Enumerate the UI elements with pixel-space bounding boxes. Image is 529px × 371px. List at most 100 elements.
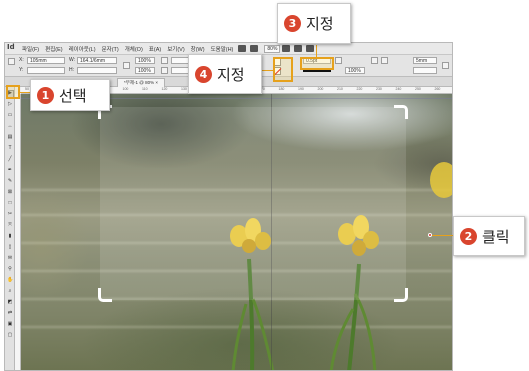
ruler-tick-label: 250 bbox=[415, 87, 421, 91]
free-transform-tool-icon[interactable]: ⤧ bbox=[7, 223, 13, 228]
zoom-level-select[interactable]: 80% bbox=[264, 44, 281, 53]
menu-edit[interactable]: 편집(E) bbox=[42, 45, 65, 53]
note-tool-icon[interactable]: ✉ bbox=[7, 256, 13, 261]
ruler-tick-label: 120 bbox=[161, 87, 168, 91]
pencil-tool-icon[interactable]: ✎ bbox=[7, 179, 13, 184]
panel-menu-icon[interactable] bbox=[442, 62, 449, 69]
stroke-weight-highlight-box bbox=[300, 57, 334, 70]
rotate-angle-field[interactable] bbox=[171, 57, 189, 64]
step-badge: 4 bbox=[195, 65, 212, 83]
callout-label: 선택 bbox=[59, 86, 87, 105]
callout-4: 4 지정 bbox=[188, 54, 262, 94]
ruler-tick-label: 210 bbox=[337, 87, 343, 91]
screen-mode-icon[interactable] bbox=[294, 45, 303, 52]
hand-tool-icon[interactable]: ✋ bbox=[7, 278, 13, 283]
menu-window[interactable]: 창(W) bbox=[188, 45, 208, 53]
ruler-tick-label: 130 bbox=[181, 87, 187, 91]
callout-connector bbox=[20, 92, 30, 93]
ruler-tick-label: 240 bbox=[395, 87, 402, 91]
app-logo: Id bbox=[7, 43, 15, 51]
frame-corner-handle[interactable] bbox=[394, 288, 408, 302]
constrain-proportions-icon[interactable] bbox=[123, 62, 130, 69]
y-field[interactable] bbox=[27, 67, 65, 74]
ruler-tick-label: 220 bbox=[356, 87, 363, 91]
menu-type[interactable]: 문자(T) bbox=[99, 45, 122, 53]
tools-panel: ▶ ▷ ▭ ↔ ▤ T ╱ ✒ ✎ ⊠ □ ✂ ⤧ ▮ ▯ ✉ ⚲ ✋ ⌕ ◩ ⇄ ▣ ▢ bbox=[5, 87, 15, 370]
rectangle-tool-icon[interactable]: □ bbox=[7, 201, 13, 206]
x-label: X: bbox=[19, 57, 24, 63]
bridge-icon[interactable] bbox=[238, 45, 247, 52]
zoom-tool-icon[interactable]: ⌕ bbox=[7, 289, 13, 294]
view-options-icon[interactable] bbox=[282, 45, 291, 52]
callout-1: 1 선택 bbox=[30, 79, 110, 111]
step-badge: 2 bbox=[460, 227, 477, 245]
ruler-tick-label: 200 bbox=[317, 87, 324, 91]
frame-corner-handle[interactable] bbox=[394, 105, 408, 119]
eyedropper-tool-icon[interactable]: ⚲ bbox=[7, 267, 13, 272]
menu-object[interactable]: 개체(O) bbox=[122, 45, 146, 53]
shear-angle-icon[interactable] bbox=[161, 67, 168, 74]
corner-size-field[interactable]: 5mm bbox=[413, 57, 437, 64]
menu-view[interactable]: 보기(V) bbox=[164, 45, 187, 53]
gap-tool-icon[interactable]: ↔ bbox=[7, 124, 13, 129]
arrange-icon[interactable] bbox=[306, 45, 315, 52]
type-tool-icon[interactable]: T bbox=[7, 146, 13, 151]
callout-label: 지정 bbox=[306, 15, 334, 33]
gradient-swatch-tool-icon[interactable]: ▮ bbox=[7, 234, 13, 239]
menu-file[interactable]: 파일(F) bbox=[19, 45, 42, 53]
direct-selection-tool-icon[interactable]: ▷ bbox=[7, 102, 13, 107]
callout-connector bbox=[316, 45, 317, 57]
fill-stroke-icon[interactable]: ◩ bbox=[7, 300, 13, 305]
h-label: H: bbox=[69, 67, 74, 73]
rotate-angle-icon[interactable] bbox=[161, 57, 168, 64]
frame-corner-handle[interactable] bbox=[98, 288, 112, 302]
content-collector-icon[interactable]: ▤ bbox=[7, 135, 13, 140]
scale-x-field[interactable]: 100% bbox=[135, 57, 155, 64]
ruler-tick-label: 50 bbox=[25, 87, 29, 91]
corner-option-highlight-box bbox=[273, 57, 293, 82]
align-icon[interactable] bbox=[381, 57, 388, 64]
gradient-feather-tool-icon[interactable]: ▯ bbox=[7, 245, 13, 250]
ruler-tick-label: 100 bbox=[122, 87, 129, 91]
menu-table[interactable]: 표(A) bbox=[146, 45, 164, 53]
y-label: Y: bbox=[19, 67, 24, 73]
shear-angle-field[interactable] bbox=[171, 67, 189, 74]
effects-icon[interactable] bbox=[335, 57, 342, 64]
scale-y-field[interactable]: 100% bbox=[135, 67, 155, 74]
selection-tool-highlight-box bbox=[6, 85, 20, 99]
scissors-tool-icon[interactable]: ✂ bbox=[7, 212, 13, 217]
callout-3: 3 지정 bbox=[277, 3, 351, 44]
callout-2: 2 클릭 bbox=[453, 216, 525, 256]
opacity-field[interactable]: 100% bbox=[345, 67, 365, 74]
line-tool-icon[interactable]: ╱ bbox=[7, 157, 13, 162]
swap-icon[interactable]: ⇄ bbox=[7, 311, 13, 316]
ruler-tick-label: 190 bbox=[298, 87, 304, 91]
w-label: W: bbox=[69, 57, 76, 63]
selected-frame[interactable] bbox=[98, 105, 408, 302]
minibridge-icon[interactable] bbox=[250, 45, 259, 52]
formatting-icon[interactable]: ▣ bbox=[7, 322, 13, 327]
ruler-tick-label: 260 bbox=[434, 87, 441, 91]
pen-tool-icon[interactable]: ✒ bbox=[7, 168, 13, 173]
step-badge: 1 bbox=[37, 86, 54, 104]
document-tab[interactable]: *무제-1 @ 80% × bbox=[117, 78, 165, 87]
ruler-tick-label: 180 bbox=[278, 87, 285, 91]
callout-connector bbox=[262, 70, 273, 71]
view-mode-icon[interactable]: ▢ bbox=[7, 333, 13, 338]
reference-point-icon[interactable] bbox=[8, 58, 15, 65]
callout-label: 지정 bbox=[217, 65, 245, 84]
step-badge: 3 bbox=[284, 15, 301, 32]
ruler-tick-label: 230 bbox=[376, 87, 382, 91]
h-field[interactable] bbox=[77, 67, 117, 74]
ruler-tick-label: 110 bbox=[142, 87, 148, 91]
text-wrap-icon[interactable] bbox=[371, 57, 378, 64]
x-field[interactable]: 105mm bbox=[27, 57, 65, 64]
page-tool-icon[interactable]: ▭ bbox=[7, 113, 13, 118]
w-field[interactable]: 164.1/6mm bbox=[77, 57, 117, 64]
menu-help[interactable]: 도움말(H) bbox=[208, 45, 237, 53]
callout-connector bbox=[432, 235, 454, 236]
menu-layout[interactable]: 레이아웃(L) bbox=[66, 45, 99, 53]
rectangle-frame-tool-icon[interactable]: ⊠ bbox=[7, 190, 13, 195]
callout-label: 클릭 bbox=[482, 227, 510, 246]
stroke-style-select[interactable] bbox=[413, 67, 437, 74]
